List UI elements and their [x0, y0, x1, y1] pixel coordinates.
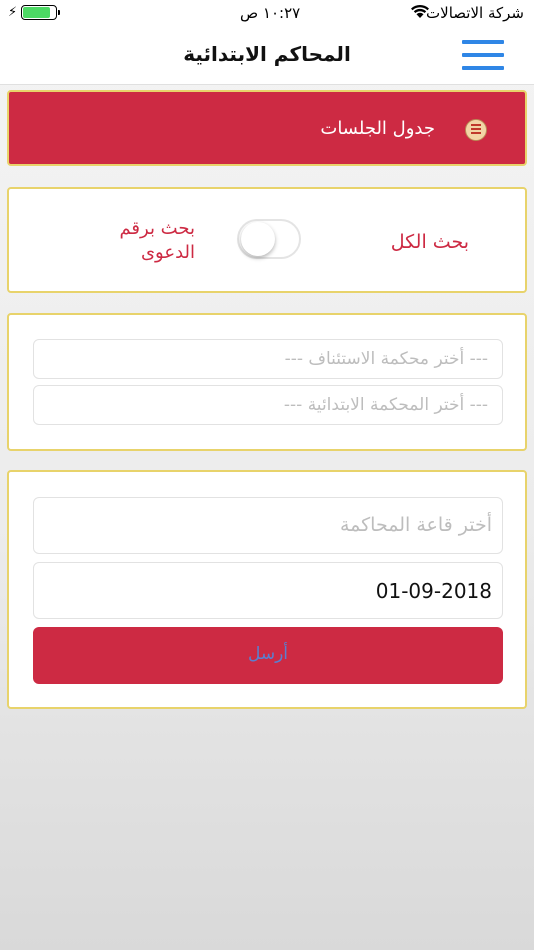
battery-indicator: ⚡ — [8, 5, 61, 20]
battery-icon — [21, 5, 61, 20]
session-form-card: أختر قاعة المحاكمة 01-09-2018 أرسل — [7, 470, 527, 709]
toggle-knob — [241, 222, 275, 256]
submit-button[interactable]: أرسل — [33, 627, 503, 684]
status-time: ١٠:٢٧ ص — [240, 4, 301, 22]
court-logo-icon — [465, 119, 487, 141]
search-mode-card: بحث الكل بحث برقم الدعوى — [7, 187, 527, 293]
hall-select[interactable]: أختر قاعة المحاكمة — [33, 497, 503, 554]
date-field[interactable]: 01-09-2018 — [33, 562, 503, 619]
battery-level-fill — [23, 7, 51, 18]
hamburger-menu-icon[interactable] — [462, 40, 504, 70]
status-bar: ⚡ ١٠:٢٧ ص شركة الاتصالات — [0, 0, 534, 28]
primary-court-placeholder: --- أختر المحكمة الابتدائية --- — [283, 395, 488, 415]
page-title: المحاكم الابتدائية — [183, 42, 351, 66]
court-select-card: --- أختر محكمة الاستئناف --- --- أختر ال… — [7, 313, 527, 451]
banner-label: جدول الجلسات — [320, 118, 435, 139]
search-all-label[interactable]: بحث الكل — [391, 231, 469, 253]
appeal-court-placeholder: --- أختر محكمة الاستئناف --- — [284, 349, 488, 369]
search-by-case-number-label[interactable]: بحث برقم الدعوى — [95, 217, 195, 265]
sessions-banner[interactable]: جدول الجلسات — [7, 90, 527, 166]
date-value: 01-09-2018 — [375, 579, 492, 603]
search-mode-toggle[interactable] — [237, 219, 301, 259]
submit-label: أرسل — [247, 644, 289, 664]
primary-court-select[interactable]: --- أختر المحكمة الابتدائية --- — [33, 385, 503, 425]
nav-bar: المحاكم الابتدائية — [0, 28, 534, 85]
charging-bolt-icon: ⚡ — [8, 5, 18, 20]
carrier-name: شركة الاتصالات — [426, 4, 524, 22]
appeal-court-select[interactable]: --- أختر محكمة الاستئناف --- — [33, 339, 503, 379]
hall-placeholder: أختر قاعة المحاكمة — [339, 514, 492, 536]
